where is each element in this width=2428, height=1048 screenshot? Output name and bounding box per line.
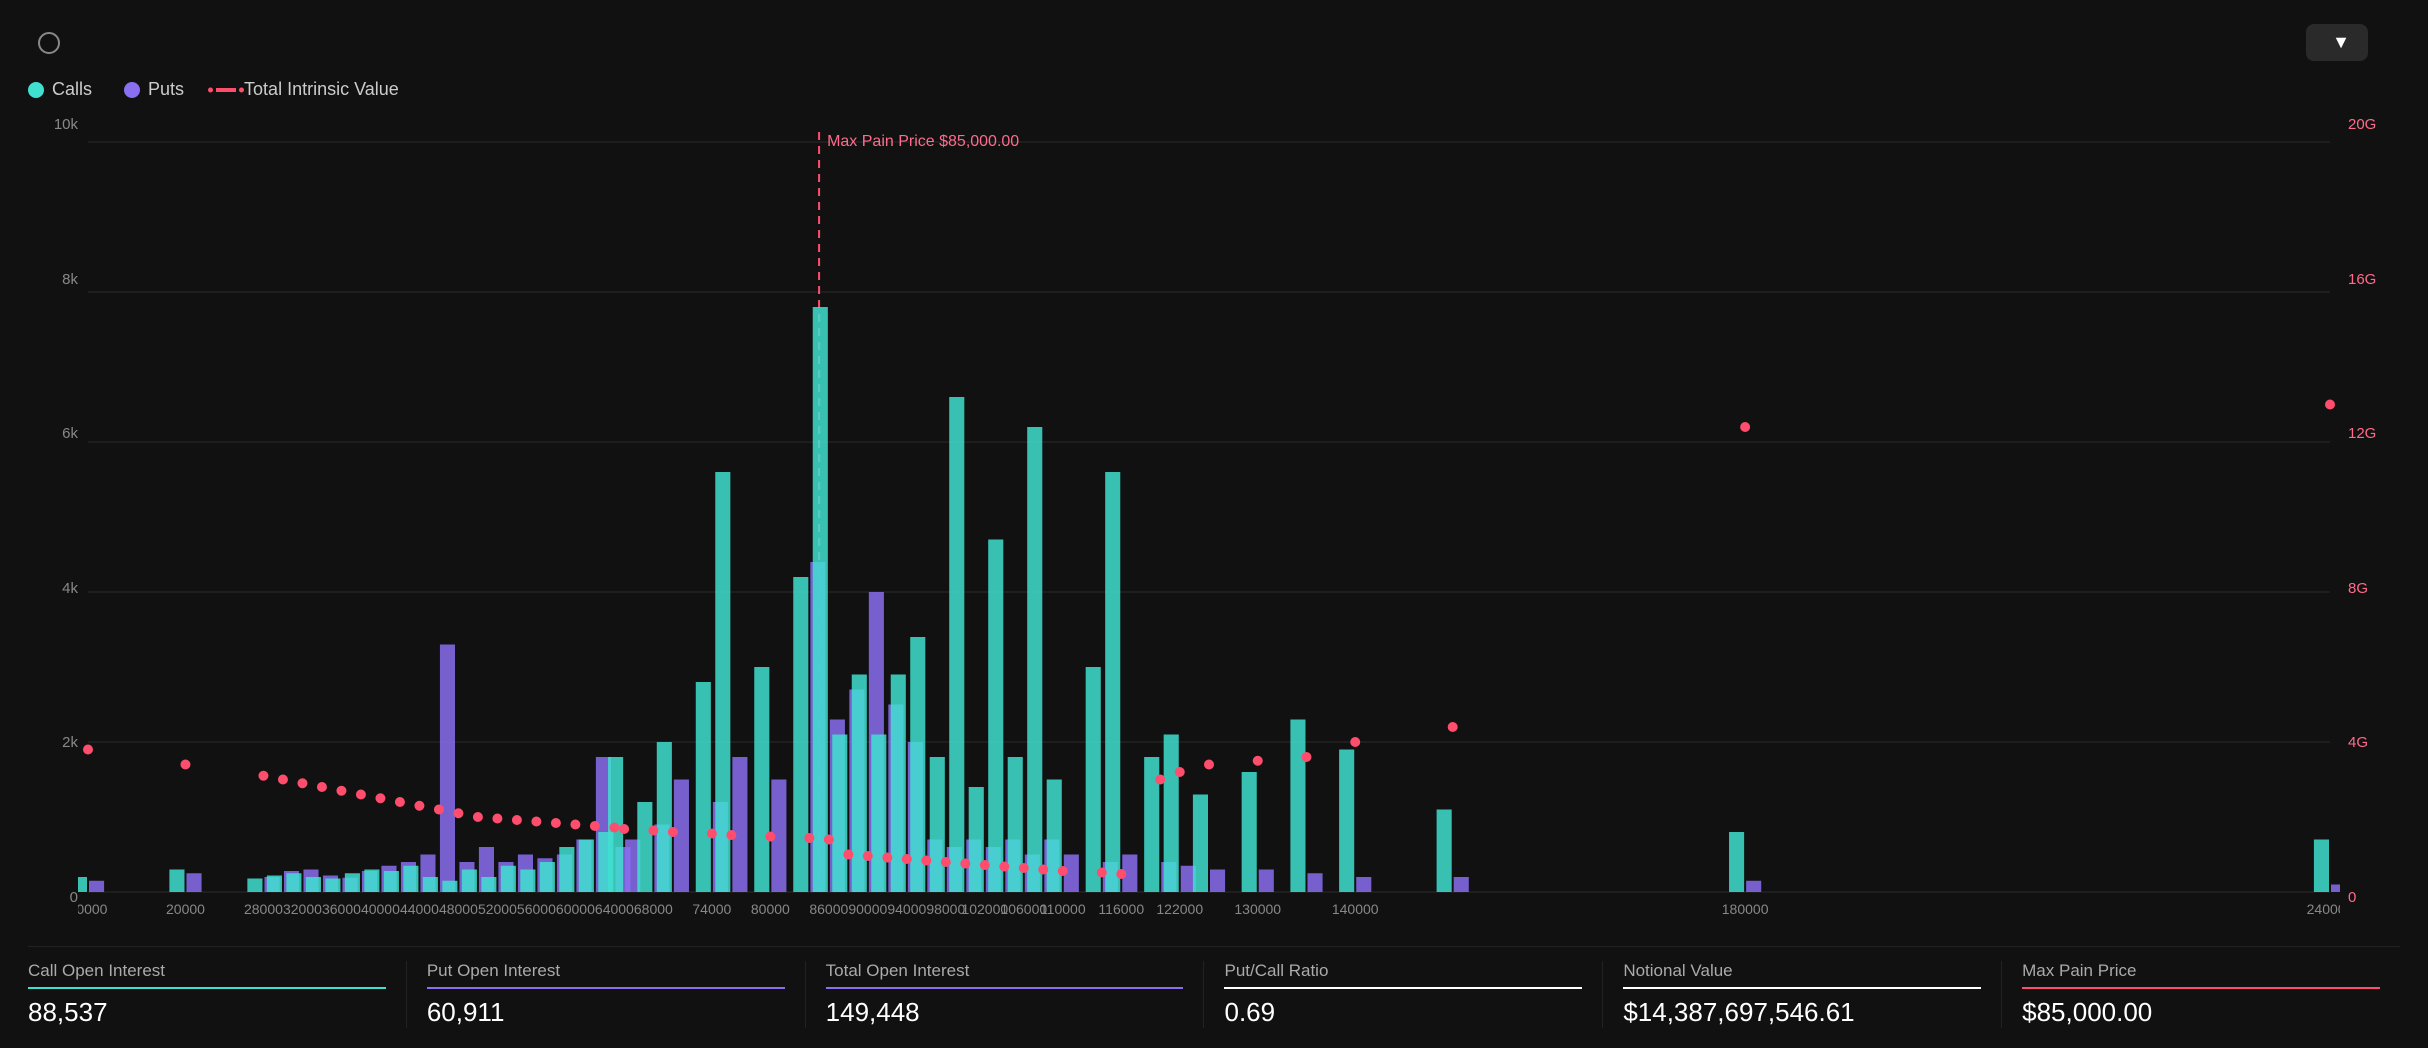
stat-label-0: Call Open Interest [28, 961, 386, 981]
svg-text:98000: 98000 [926, 901, 965, 917]
svg-text:56000: 56000 [517, 901, 556, 917]
chart-inner: Max Pain Price $85,000.00 10000 20000 28000… [78, 112, 2340, 942]
chevron-down-icon: ▼ [2332, 32, 2350, 53]
stat-label-4: Notional Value [1623, 961, 1981, 981]
stat-value-2: 149,448 [826, 997, 1184, 1028]
svg-text:32000: 32000 [283, 901, 322, 917]
legend: Calls Puts Total Intrinsic Value [28, 79, 2400, 100]
intrinsic-label: Total Intrinsic Value [244, 79, 399, 100]
svg-text:180000: 180000 [1722, 901, 1769, 917]
svg-text:Max Pain Price $85,000.00: Max Pain Price $85,000.00 [827, 133, 1019, 150]
stat-item-2: Total Open Interest 149,448 [806, 961, 1205, 1028]
stat-value-1: 60,911 [427, 997, 785, 1028]
svg-text:240000: 240000 [2307, 901, 2340, 917]
svg-text:52000: 52000 [478, 901, 517, 917]
svg-text:68000: 68000 [634, 901, 673, 917]
svg-text:44000: 44000 [400, 901, 439, 917]
chart-area: 10k 8k 6k 4k 2k 0 Max Pain Price $85,000… [28, 112, 2400, 942]
stat-value-5: $85,000.00 [2022, 997, 2380, 1028]
calls-dot [28, 82, 44, 98]
svg-text:90000: 90000 [848, 901, 887, 917]
svg-text:94000: 94000 [887, 901, 926, 917]
stat-item-4: Notional Value $14,387,697,546.61 [1603, 961, 2002, 1028]
main-container: ▼ Calls Puts Total Intrinsic Value 10k 8… [0, 0, 2428, 1048]
intrinsic-dash-icon [216, 88, 236, 92]
svg-text:64000: 64000 [595, 901, 634, 917]
legend-calls: Calls [28, 79, 92, 100]
puts-label: Puts [148, 79, 184, 100]
svg-text:80000: 80000 [751, 901, 790, 917]
calls-label: Calls [52, 79, 92, 100]
date-selector-button[interactable]: ▼ [2306, 24, 2368, 61]
chart-svg: Max Pain Price $85,000.00 10000 20000 28000… [78, 112, 2340, 942]
more-options-button[interactable] [2384, 39, 2400, 47]
info-icon[interactable] [38, 32, 60, 54]
stats-row: Call Open Interest 88,537 Put Open Interes… [28, 946, 2400, 1028]
svg-text:10000: 10000 [78, 901, 108, 917]
header-right: ▼ [2306, 24, 2400, 61]
puts-dot [124, 82, 140, 98]
y-axis-right: 20G 16G 12G 8G 4G 0 [2340, 112, 2400, 942]
svg-text:116000: 116000 [1098, 901, 1144, 917]
stat-value-4: $14,387,697,546.61 [1623, 997, 1981, 1028]
stat-underline-1 [427, 987, 785, 989]
legend-intrinsic: Total Intrinsic Value [216, 79, 399, 100]
stat-label-3: Put/Call Ratio [1224, 961, 1582, 981]
svg-text:60000: 60000 [556, 901, 595, 917]
svg-text:130000: 130000 [1234, 901, 1281, 917]
stat-item-5: Max Pain Price $85,000.00 [2002, 961, 2400, 1028]
stat-underline-4 [1623, 987, 1981, 989]
svg-text:20000: 20000 [166, 901, 205, 917]
svg-text:140000: 140000 [1332, 901, 1379, 917]
stat-item-1: Put Open Interest 60,911 [407, 961, 806, 1028]
svg-text:122000: 122000 [1156, 901, 1203, 917]
stat-label-1: Put Open Interest [427, 961, 785, 981]
stat-underline-3 [1224, 987, 1582, 989]
header: ▼ [28, 24, 2400, 61]
svg-text:40000: 40000 [361, 901, 400, 917]
stat-value-3: 0.69 [1224, 997, 1582, 1028]
stat-item-3: Put/Call Ratio 0.69 [1204, 961, 1603, 1028]
stat-underline-5 [2022, 987, 2380, 989]
svg-text:86000: 86000 [809, 901, 848, 917]
y-axis-left: 10k 8k 6k 4k 2k 0 [28, 112, 78, 942]
stat-label-2: Total Open Interest [826, 961, 1184, 981]
svg-text:74000: 74000 [692, 901, 731, 917]
svg-text:28000: 28000 [244, 901, 283, 917]
svg-text:48000: 48000 [439, 901, 478, 917]
stat-item-0: Call Open Interest 88,537 [28, 961, 407, 1028]
stat-underline-2 [826, 987, 1184, 989]
header-left [28, 32, 60, 54]
stat-value-0: 88,537 [28, 997, 386, 1028]
stat-underline-0 [28, 987, 386, 989]
legend-puts: Puts [124, 79, 184, 100]
stat-label-5: Max Pain Price [2022, 961, 2380, 981]
svg-text:110000: 110000 [1040, 901, 1086, 917]
svg-text:36000: 36000 [322, 901, 361, 917]
